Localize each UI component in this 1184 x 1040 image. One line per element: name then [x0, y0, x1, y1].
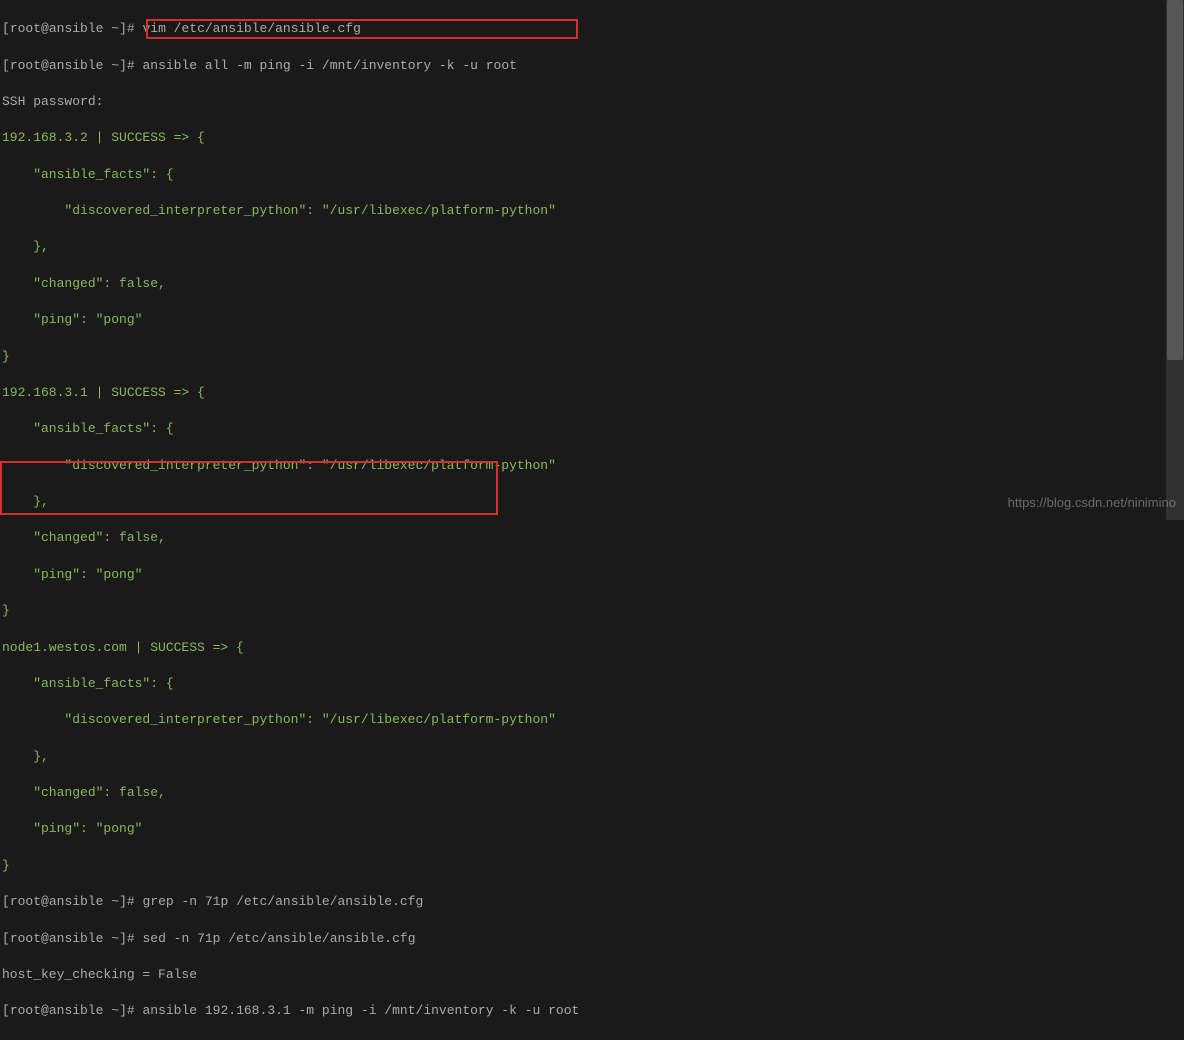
prompt-path: ~: [103, 931, 119, 946]
ansible-ping: "ping": "pong": [2, 311, 1182, 329]
command-text: ansible all -m ping -i /mnt/inventory -k…: [142, 58, 516, 73]
prompt-user: root: [10, 21, 41, 36]
sed-output: host_key_checking = False: [2, 966, 1182, 984]
ansible-facts-open: "ansible_facts": {: [2, 675, 1182, 693]
prompt-path: ~: [103, 894, 119, 909]
prompt-open: [: [2, 21, 10, 36]
ansible-changed: "changed": false,: [2, 784, 1182, 802]
ansible-facts-open: "ansible_facts": {: [2, 166, 1182, 184]
prompt-at: @: [41, 894, 49, 909]
ansible-facts-close: },: [2, 238, 1182, 256]
prompt-at: @: [41, 21, 49, 36]
ansible-ping: "ping": "pong": [2, 820, 1182, 838]
prompt-user: root: [10, 931, 41, 946]
cmd-line-3: [root@ansible ~]# grep -n 71p /etc/ansib…: [2, 893, 1182, 911]
prompt-close: ]#: [119, 1003, 142, 1018]
prompt-user: root: [10, 58, 41, 73]
scrollbar-thumb[interactable]: [1167, 0, 1183, 360]
prompt-host: ansible: [49, 21, 104, 36]
prompt-at: @: [41, 1003, 49, 1018]
cmd-line-5: [root@ansible ~]# ansible 192.168.3.1 -m…: [2, 1002, 1182, 1020]
terminal-output[interactable]: [root@ansible ~]# vim /etc/ansible/ansib…: [0, 0, 1184, 1040]
prompt-path: ~: [103, 58, 119, 73]
ansible-facts-open: "ansible_facts": {: [2, 420, 1182, 438]
ansible-interpreter: "discovered_interpreter_python": "/usr/l…: [2, 202, 1182, 220]
prompt-open: [: [2, 931, 10, 946]
prompt-at: @: [41, 58, 49, 73]
prompt-close: ]#: [119, 58, 142, 73]
ansible-changed: "changed": false,: [2, 529, 1182, 547]
command-text: sed -n 71p /etc/ansible/ansible.cfg: [142, 931, 415, 946]
prompt-host: ansible: [49, 1003, 104, 1018]
command-text: grep -n 71p /etc/ansible/ansible.cfg: [142, 894, 423, 909]
watermark-text: https://blog.csdn.net/ninimino: [1008, 494, 1176, 512]
prompt-host: ansible: [49, 58, 104, 73]
prompt-user: root: [10, 1003, 41, 1018]
ansible-facts-close: },: [2, 748, 1182, 766]
prompt-path: ~: [103, 21, 119, 36]
prompt-open: [: [2, 1003, 10, 1018]
ssh-password-prompt: SSH password:: [2, 93, 1182, 111]
scrollbar-track[interactable]: [1166, 0, 1184, 520]
ansible-result-header: node1.westos.com | SUCCESS => {: [2, 639, 1182, 657]
cmd-line-4: [root@ansible ~]# sed -n 71p /etc/ansibl…: [2, 930, 1182, 948]
cmd-line-2: [root@ansible ~]# ansible all -m ping -i…: [2, 57, 1182, 75]
ansible-close: }: [2, 348, 1182, 366]
command-text: vim /etc/ansible/ansible.cfg: [142, 21, 360, 36]
ansible-close: }: [2, 857, 1182, 875]
cmd-line-1: [root@ansible ~]# vim /etc/ansible/ansib…: [2, 20, 1182, 38]
prompt-user: root: [10, 894, 41, 909]
ansible-result-header: 192.168.3.2 | SUCCESS => {: [2, 129, 1182, 147]
ansible-result-header: 192.168.3.1 | SUCCESS => {: [2, 384, 1182, 402]
prompt-open: [: [2, 894, 10, 909]
prompt-host: ansible: [49, 931, 104, 946]
ansible-changed: "changed": false,: [2, 275, 1182, 293]
ansible-close: }: [2, 602, 1182, 620]
command-text: ansible 192.168.3.1 -m ping -i /mnt/inve…: [142, 1003, 579, 1018]
prompt-path: ~: [103, 1003, 119, 1018]
ansible-ping: "ping": "pong": [2, 566, 1182, 584]
prompt-host: ansible: [49, 894, 104, 909]
prompt-at: @: [41, 931, 49, 946]
ansible-facts-close: },: [2, 493, 1182, 511]
ansible-interpreter: "discovered_interpreter_python": "/usr/l…: [2, 457, 1182, 475]
prompt-close: ]#: [119, 931, 142, 946]
ansible-interpreter: "discovered_interpreter_python": "/usr/l…: [2, 711, 1182, 729]
prompt-close: ]#: [119, 21, 142, 36]
prompt-close: ]#: [119, 894, 142, 909]
prompt-open: [: [2, 58, 10, 73]
